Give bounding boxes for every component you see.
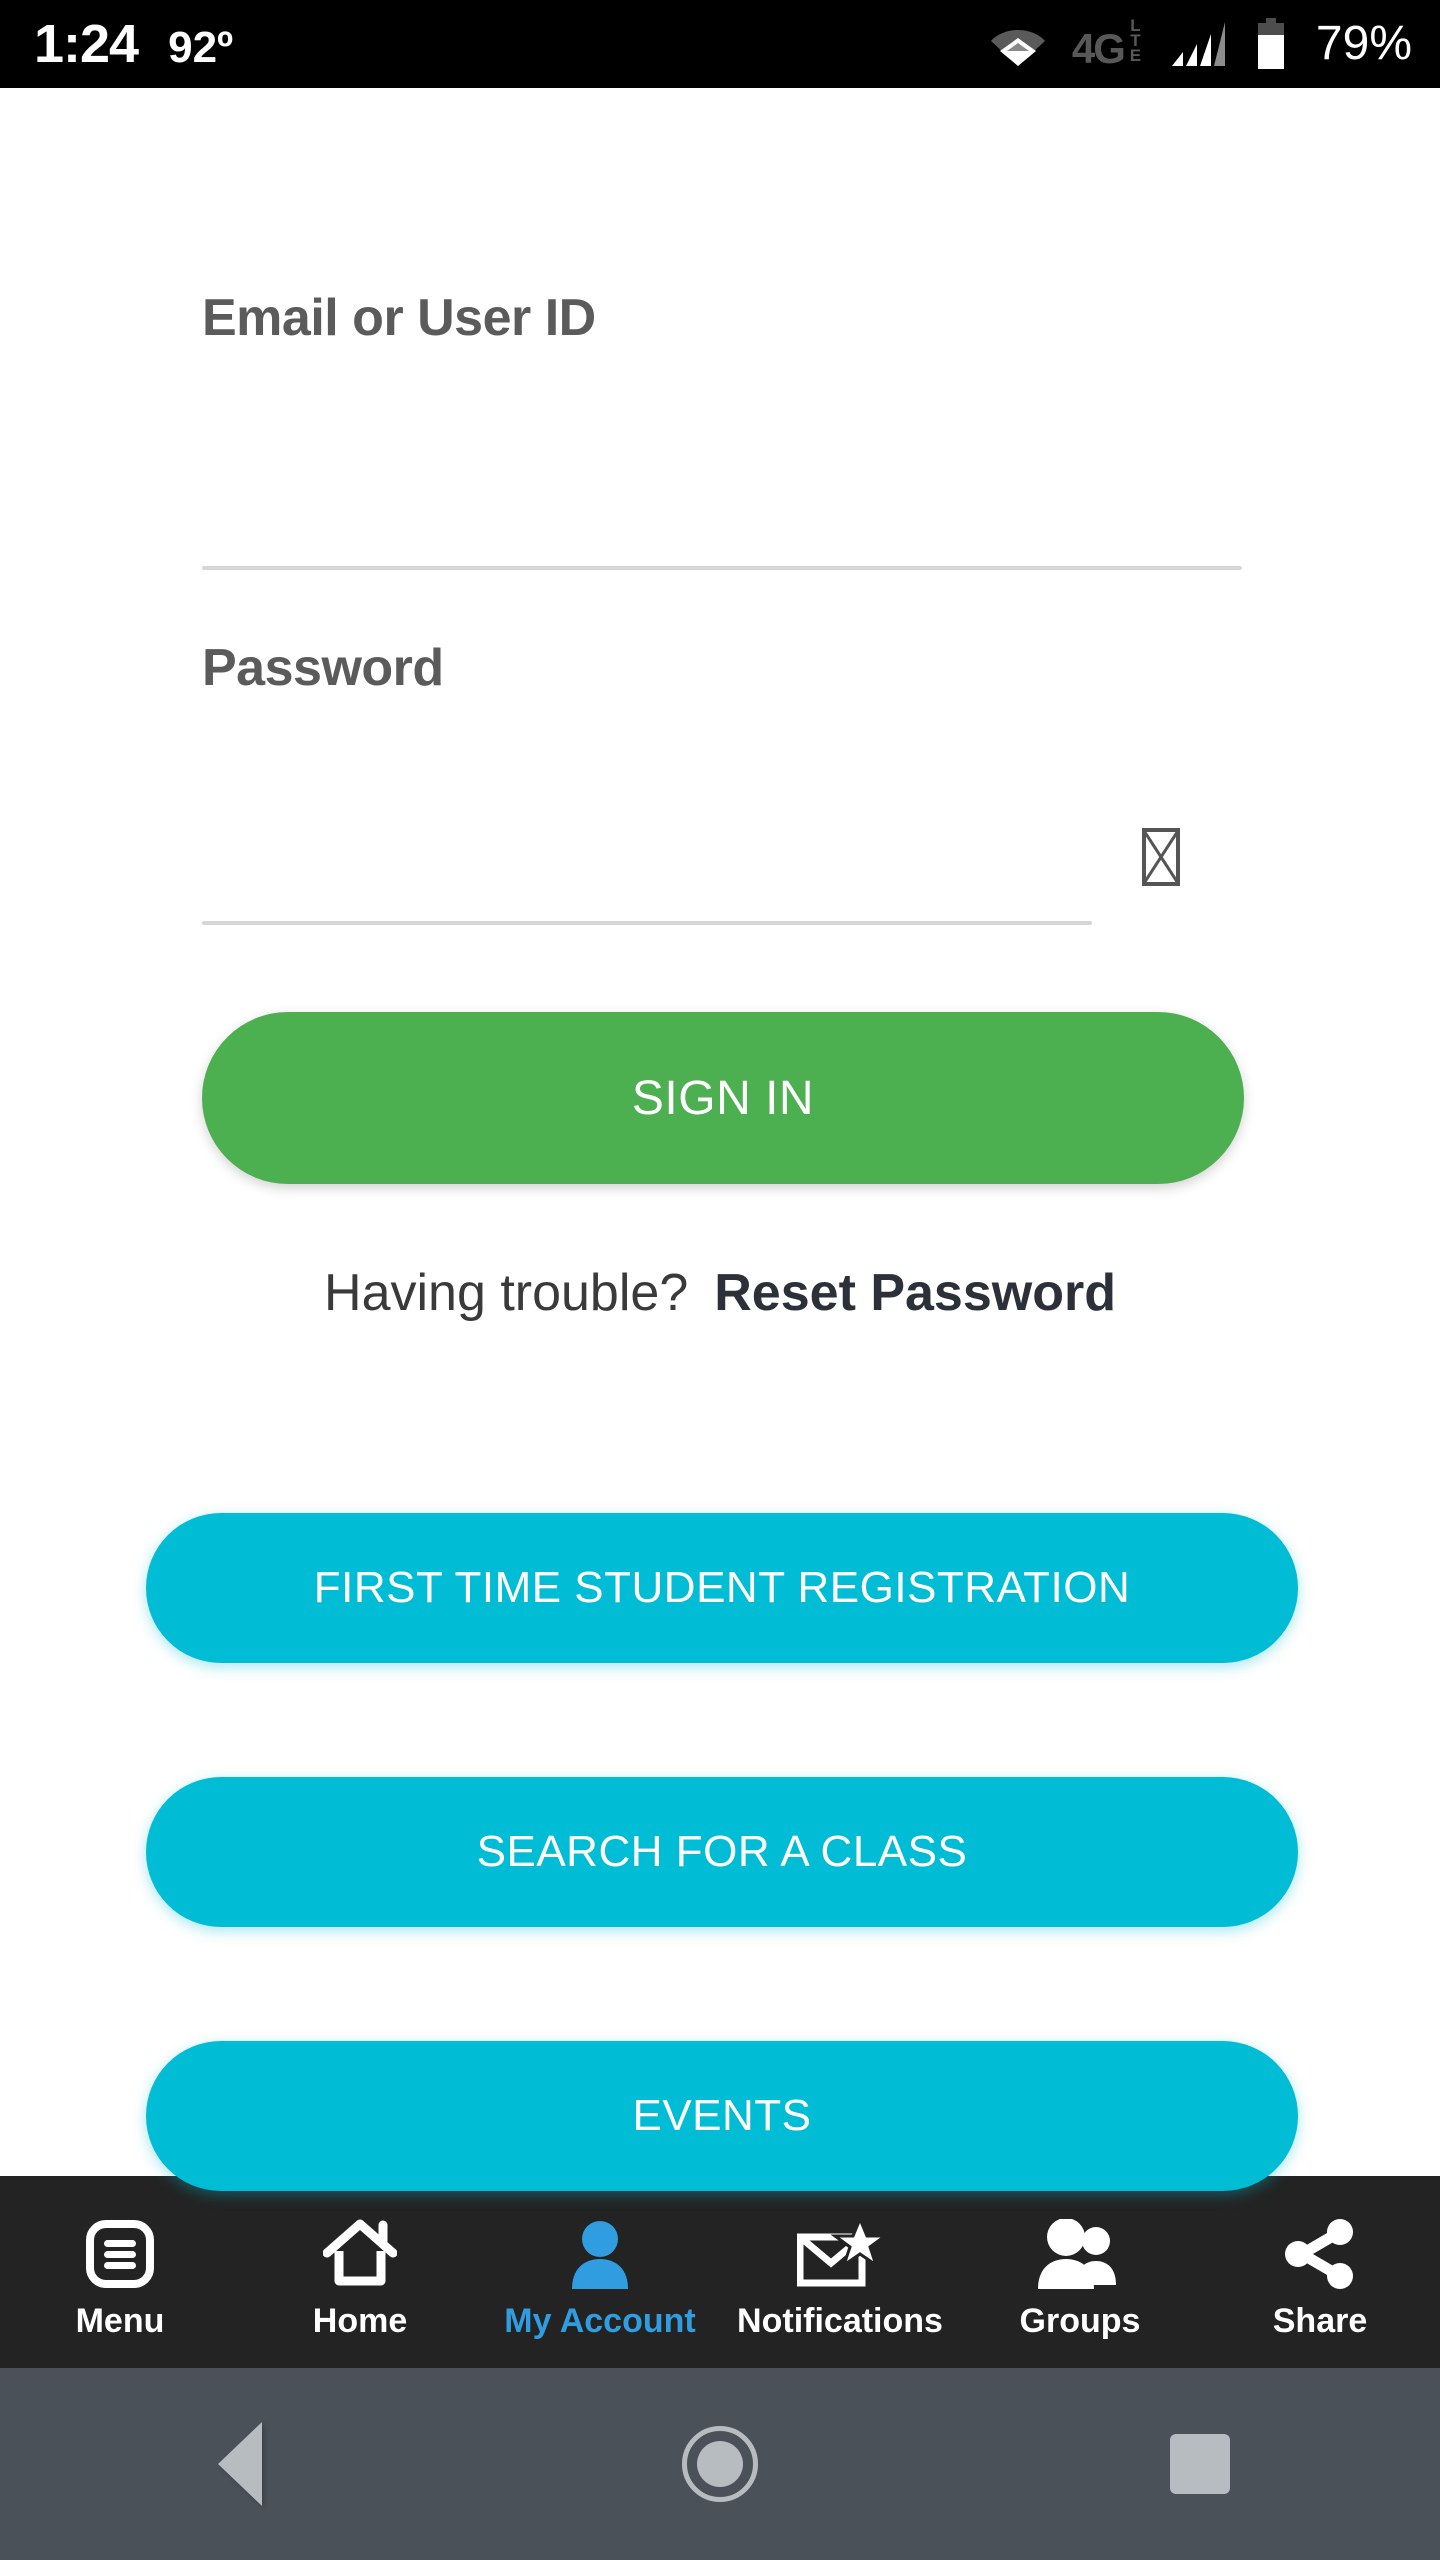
password-field-block: Password [0, 638, 1440, 698]
tab-my-account[interactable]: My Account [480, 2176, 720, 2368]
tab-label-groups: Groups [1019, 2301, 1141, 2340]
password-input[interactable] [202, 778, 1042, 868]
tab-label-menu: Menu [75, 2301, 165, 2340]
network-type-label: 4G [1071, 24, 1126, 72]
recents-square-icon [1170, 2434, 1230, 2494]
password-field-label: Password [202, 639, 444, 697]
network-sub-label: LTE [1125, 15, 1145, 61]
home-icon [323, 2216, 397, 2292]
email-field-underline [202, 566, 1242, 570]
password-field-underline [202, 921, 1092, 925]
login-content: Email or User ID Password SIGN IN Having… [0, 88, 1440, 2191]
wifi-icon [990, 22, 1046, 66]
password-visibility-toggle-icon[interactable] [1142, 828, 1180, 886]
tab-label-my-account: My Account [504, 2301, 696, 2340]
person-account-icon [566, 2216, 634, 2292]
two-people-icon [1034, 2216, 1126, 2292]
sign-in-button[interactable]: SIGN IN [202, 1012, 1244, 1184]
battery-icon [1256, 18, 1286, 70]
share-nodes-icon [1282, 2216, 1358, 2292]
trouble-row: Having trouble? Reset Password [0, 1263, 1440, 1323]
email-input[interactable] [202, 428, 1242, 518]
first-time-student-registration-button[interactable]: FIRST TIME STUDENT REGISTRATION [146, 1513, 1298, 1663]
network-type-indicator: 4G LTE [1071, 16, 1145, 72]
tab-menu[interactable]: Menu [0, 2176, 240, 2368]
envelope-star-icon [797, 2216, 883, 2292]
tab-label-share: Share [1272, 2301, 1368, 2340]
search-for-a-class-button[interactable]: SEARCH FOR A CLASS [146, 1777, 1298, 1927]
reset-password-link[interactable]: Reset Password [714, 1263, 1116, 1323]
home-circle-icon [682, 2426, 758, 2502]
tab-notifications[interactable]: Notifications [720, 2176, 960, 2368]
email-field-block: Email or User ID [0, 288, 1440, 348]
status-bar-right: 4G LTE 79% [990, 16, 1412, 72]
battery-percentage: 79% [1315, 17, 1412, 70]
bottom-tab-bar: Menu Home My Account Notifications Group… [0, 2176, 1440, 2368]
tab-label-notifications: Notifications [737, 2301, 943, 2340]
tab-home[interactable]: Home [240, 2176, 480, 2368]
menu-list-icon [86, 2216, 154, 2292]
back-triangle-icon [218, 2422, 262, 2506]
status-bar: 1:24 92º 4G LTE 79% [0, 0, 1440, 88]
android-navigation-bar [0, 2368, 1440, 2560]
status-time: 1:24 [34, 14, 139, 74]
status-temperature: 92º [168, 23, 234, 72]
cellular-signal-icon [1170, 20, 1230, 68]
tab-share[interactable]: Share [1200, 2176, 1440, 2368]
home-button[interactable] [630, 2404, 810, 2524]
phone-screen: 1:24 92º 4G LTE 79% Email or User ID Pas… [0, 0, 1440, 2560]
events-button[interactable]: EVENTS [146, 2041, 1298, 2191]
having-trouble-text: Having trouble? [324, 1264, 689, 1322]
back-button[interactable] [150, 2404, 330, 2524]
recents-button[interactable] [1110, 2404, 1290, 2524]
status-bar-left: 1:24 92º [34, 17, 233, 71]
email-field-label: Email or User ID [202, 289, 596, 347]
tab-label-home: Home [312, 2301, 408, 2340]
tab-groups[interactable]: Groups [960, 2176, 1200, 2368]
